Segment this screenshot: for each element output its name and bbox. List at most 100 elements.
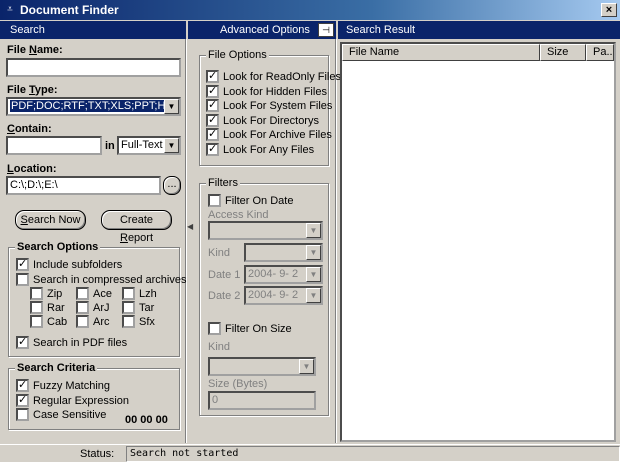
checkbox-checked-icon[interactable] — [206, 84, 219, 98]
panel-divider-right[interactable] — [335, 39, 337, 443]
column-header-size[interactable]: Size — [540, 44, 586, 61]
checkbox-checked-icon[interactable] — [206, 127, 219, 141]
checkbox-icon[interactable] — [16, 408, 29, 421]
cab-checkbox[interactable]: Cab — [30, 315, 67, 328]
column-header-file-name[interactable]: File Name — [342, 44, 540, 61]
chevron-down-icon[interactable]: ▼ — [306, 245, 321, 260]
status-label: Status: — [80, 448, 115, 460]
kind-combo[interactable]: ▼ — [244, 243, 323, 262]
date2-picker[interactable]: 2004- 9- 2 ▼ — [244, 286, 323, 305]
rar-checkbox[interactable]: Rar — [30, 301, 65, 314]
ace-checkbox[interactable]: Ace — [76, 287, 112, 300]
window-title: Document Finder — [20, 3, 119, 17]
arj-checkbox[interactable]: ArJ — [76, 301, 110, 314]
checkbox-checked-icon[interactable] — [16, 378, 29, 392]
arc-checkbox[interactable]: Arc — [76, 315, 110, 328]
search-now-button[interactable]: Search Now — [15, 210, 86, 230]
chevron-down-icon[interactable]: ▼ — [306, 288, 321, 303]
search-pdf-checkbox[interactable]: Search in PDF files — [16, 335, 127, 349]
filters-title: Filters — [206, 177, 240, 189]
access-kind-combo[interactable]: ▼ — [208, 221, 323, 240]
include-subfolders-checkbox[interactable]: Include subfolders — [16, 257, 122, 271]
checkbox-checked-icon[interactable] — [206, 113, 219, 127]
size-bytes-label: Size (Bytes) — [208, 378, 268, 390]
filter-on-size-checkbox[interactable]: Filter On Size — [208, 322, 292, 335]
column-header-path[interactable]: Pa... — [586, 44, 614, 61]
search-result-header: Search Result — [338, 21, 620, 39]
contain-mode-combo[interactable]: Full-Text ▼ — [117, 136, 181, 155]
case-sensitive-checkbox[interactable]: Case Sensitive — [16, 408, 106, 421]
checkbox-icon[interactable] — [208, 322, 221, 335]
size-bytes-input[interactable]: 0 — [208, 391, 316, 410]
checkbox-icon[interactable] — [30, 287, 43, 300]
date1-label: Date 1 — [208, 269, 241, 281]
regular-expression-checkbox[interactable]: Regular Expression — [16, 393, 129, 407]
archive-files-checkbox[interactable]: Look For Archive Files — [206, 127, 332, 141]
date1-picker[interactable]: 2004- 9- 2 ▼ — [244, 265, 323, 284]
checkbox-icon[interactable] — [16, 273, 29, 286]
contain-input[interactable] — [6, 136, 102, 155]
zip-checkbox[interactable]: Zip — [30, 287, 62, 300]
hidden-files-checkbox[interactable]: Look for Hidden Files — [206, 84, 327, 98]
system-files-checkbox[interactable]: Look For System Files — [206, 98, 332, 112]
file-type-combo[interactable]: PDF;DOC;RTF;TXT;XLS;PPT;HTM ▼ — [6, 97, 181, 116]
close-button[interactable]: × — [601, 3, 617, 17]
location-label: Location: — [7, 163, 57, 175]
advanced-options-header: Advanced Options ⊣ — [188, 21, 336, 39]
checkbox-icon[interactable] — [30, 315, 43, 328]
in-label: in — [105, 140, 115, 152]
sfx-checkbox[interactable]: Sfx — [122, 315, 155, 328]
readonly-files-checkbox[interactable]: Look for ReadOnly Files — [206, 69, 341, 83]
create-report-button[interactable]: Create Report — [101, 210, 172, 244]
checkbox-checked-icon[interactable] — [206, 98, 219, 112]
search-options-title: Search Options — [15, 241, 101, 253]
advanced-options-title: Advanced Options — [220, 24, 310, 36]
fuzzy-matching-checkbox[interactable]: Fuzzy Matching — [16, 378, 110, 392]
date2-label: Date 2 — [208, 290, 241, 302]
file-options-group: File Options Look for ReadOnly Files Loo… — [199, 49, 341, 166]
search-options-group: Search Options Include subfolders Search… — [8, 241, 186, 357]
pin-icon[interactable]: ⊣ — [318, 23, 334, 37]
filter-on-date-checkbox[interactable]: Filter On Date — [208, 194, 293, 207]
checkbox-icon[interactable] — [76, 315, 89, 328]
file-name-input[interactable] — [6, 58, 181, 77]
file-type-label: File Type: — [7, 84, 58, 96]
file-name-label: File Name: — [7, 44, 63, 56]
checkbox-checked-icon[interactable] — [206, 69, 219, 83]
chevron-down-icon[interactable]: ▼ — [164, 99, 179, 114]
app-icon[interactable]: ⩡ — [4, 4, 16, 16]
checkbox-icon[interactable] — [122, 287, 135, 300]
file-type-value: PDF;DOC;RTF;TXT;XLS;PPT;HTM — [10, 100, 181, 112]
compressed-archives-checkbox[interactable]: Search in compressed archives — [16, 273, 186, 286]
chevron-down-icon[interactable]: ▼ — [164, 138, 179, 153]
checkbox-icon[interactable] — [76, 287, 89, 300]
checkbox-checked-icon[interactable] — [16, 393, 29, 407]
chevron-down-icon[interactable]: ▼ — [306, 267, 321, 282]
directorys-checkbox[interactable]: Look For Directorys — [206, 113, 319, 127]
chevron-down-icon[interactable]: ▼ — [299, 359, 314, 374]
elapsed-counter: 00 00 00 — [125, 414, 168, 426]
location-input[interactable]: C:\;D:\;E:\ — [6, 176, 161, 195]
checkbox-icon[interactable] — [76, 301, 89, 314]
collapse-arrow-icon[interactable]: ◀ — [187, 222, 195, 234]
checkbox-icon[interactable] — [122, 315, 135, 328]
checkbox-checked-icon[interactable] — [16, 257, 29, 271]
checkbox-icon[interactable] — [208, 194, 221, 207]
any-files-checkbox[interactable]: Look For Any Files — [206, 142, 314, 156]
size-kind-combo[interactable]: ▼ — [208, 357, 316, 376]
checkbox-icon[interactable] — [122, 301, 135, 314]
filters-group: Filters Filter On Date Access Kind ▼ Kin… — [199, 177, 329, 416]
browse-button[interactable]: ... — [163, 176, 181, 195]
status-value: Search not started — [126, 446, 620, 462]
size-kind-label: Kind — [208, 341, 231, 353]
kind-label: Kind — [208, 247, 231, 259]
checkbox-checked-icon[interactable] — [206, 142, 219, 156]
search-result-list[interactable]: File Name Size Pa... — [340, 42, 616, 442]
contain-mode-value: Full-Text — [121, 139, 163, 151]
checkbox-checked-icon[interactable] — [16, 335, 29, 349]
panel-divider-left[interactable] — [185, 39, 187, 443]
tar-checkbox[interactable]: Tar — [122, 301, 154, 314]
chevron-down-icon[interactable]: ▼ — [306, 223, 321, 238]
checkbox-icon[interactable] — [30, 301, 43, 314]
lzh-checkbox[interactable]: Lzh — [122, 287, 157, 300]
